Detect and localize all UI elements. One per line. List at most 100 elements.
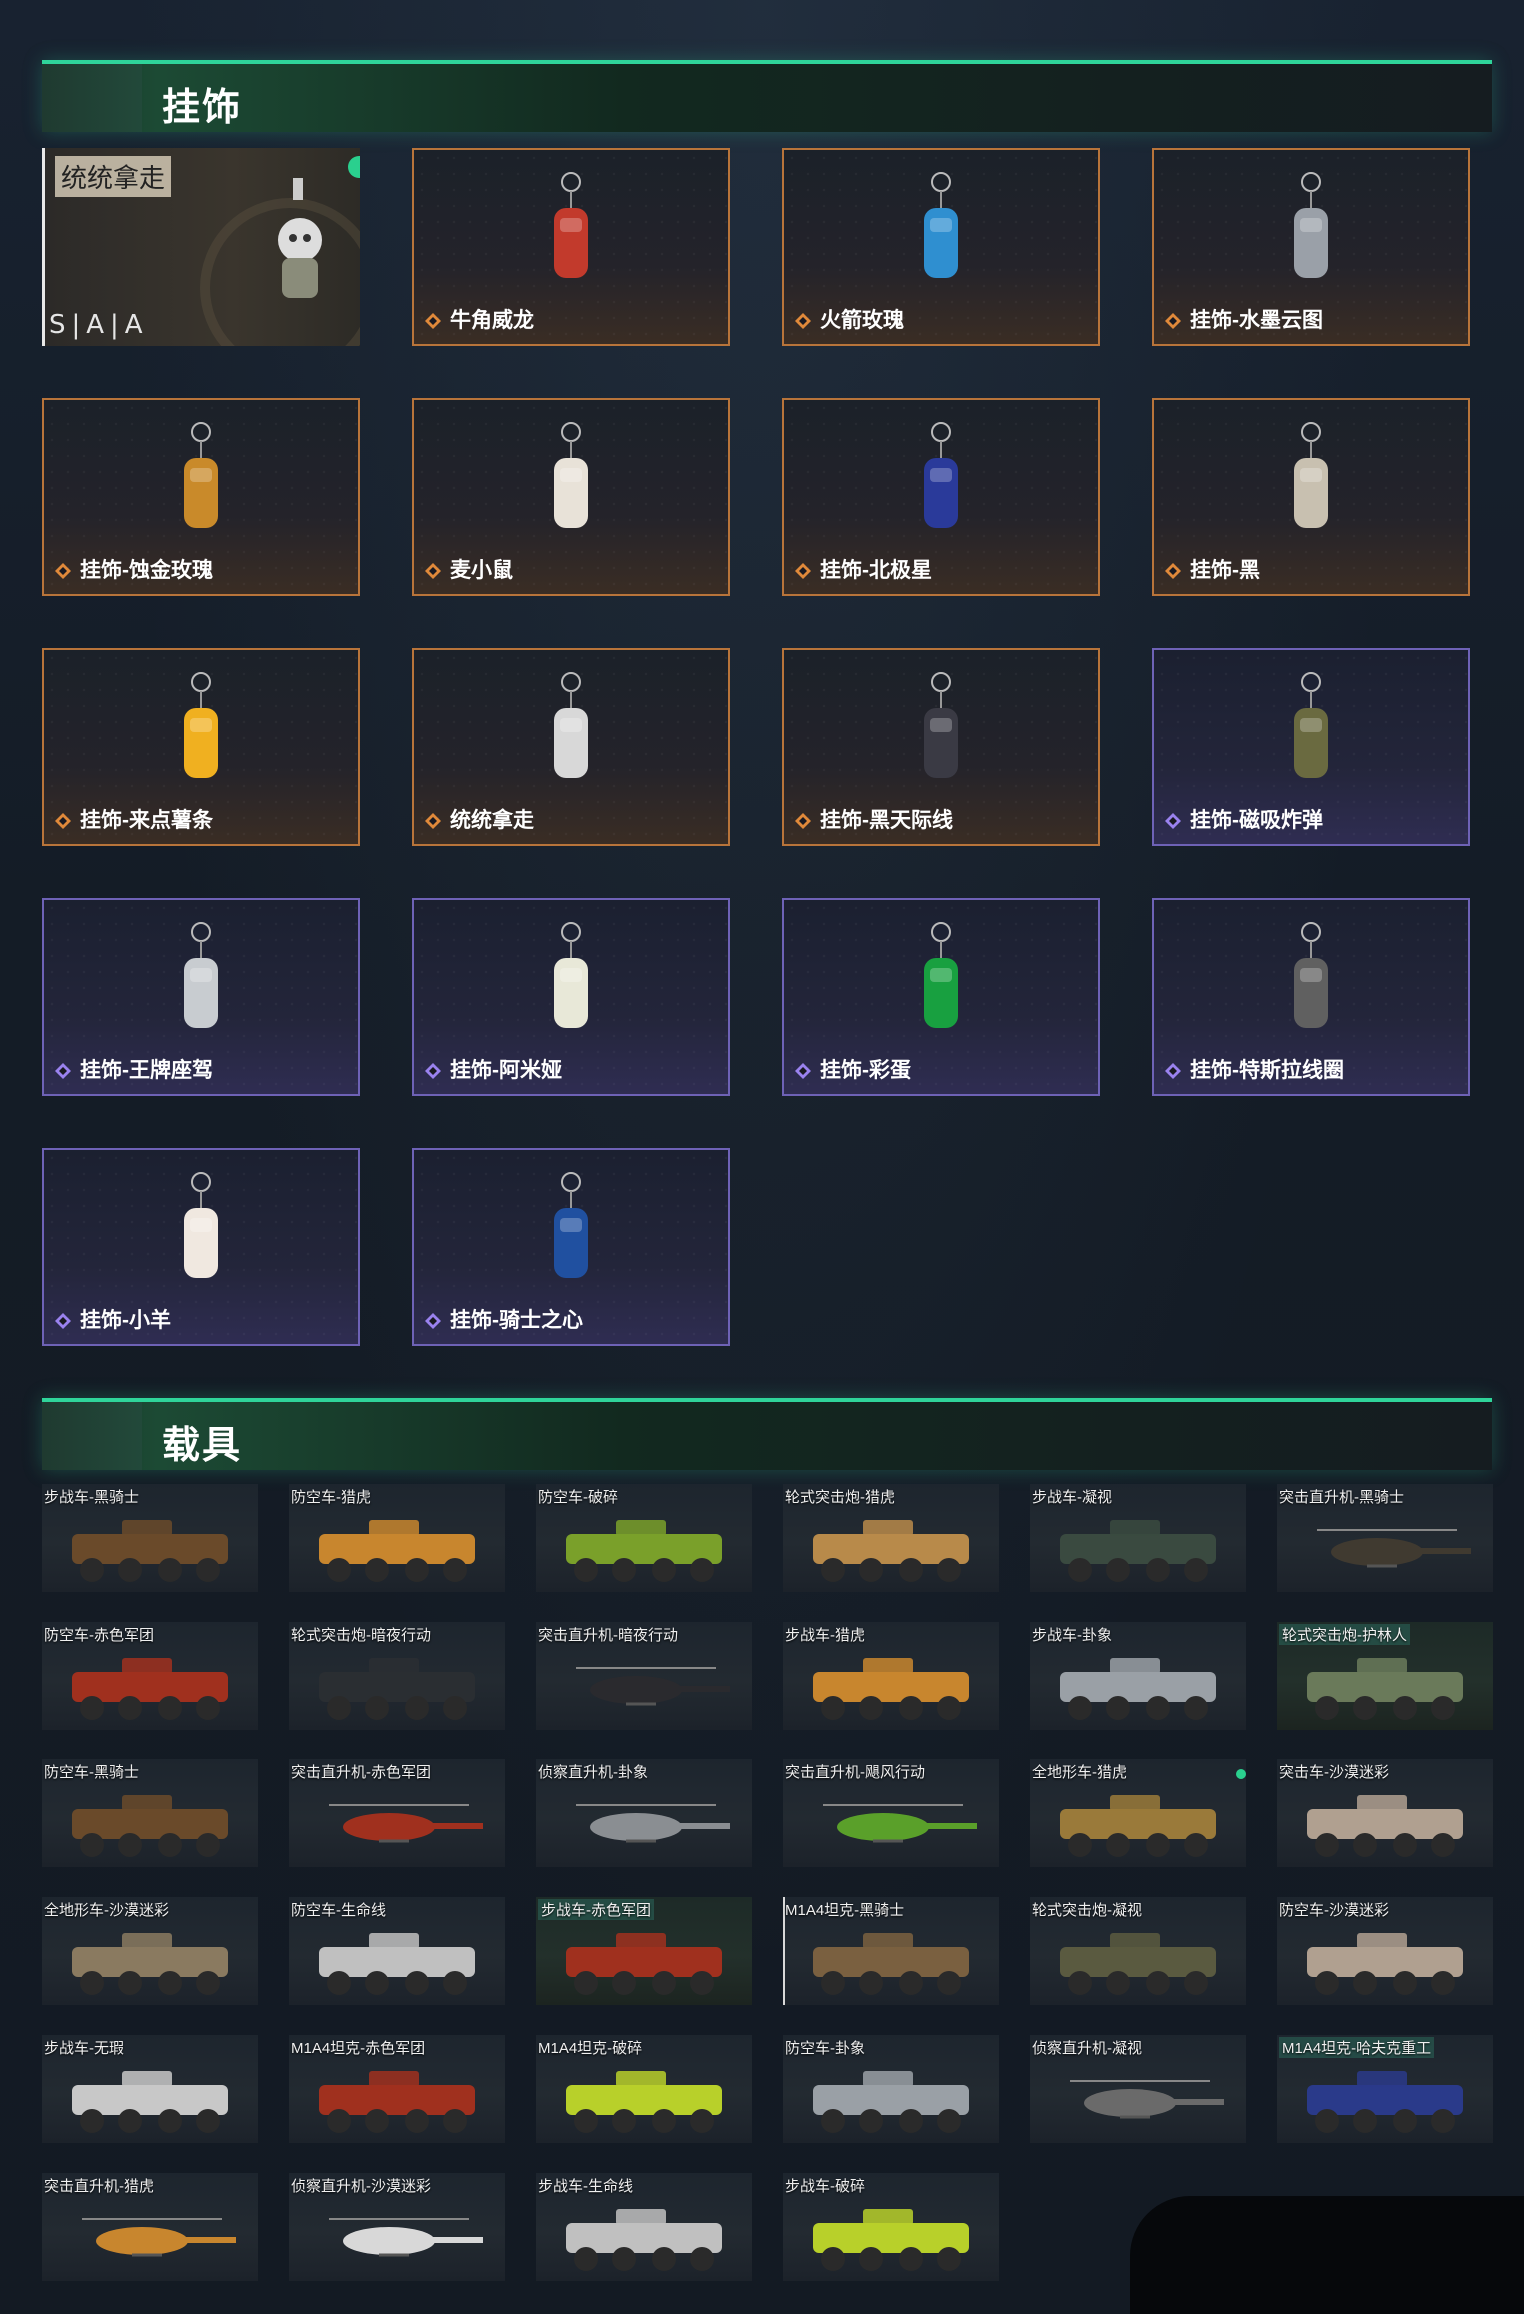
vehicle-card[interactable]: 突击直升机-赤色军团 xyxy=(289,1759,505,1867)
rarity-diamond-icon xyxy=(425,563,441,579)
charm-card[interactable]: 挂饰-彩蛋 xyxy=(782,898,1100,1096)
vehicle-card[interactable]: 突击直升机-猎虎 xyxy=(42,2173,258,2281)
charm-label: 挂饰-水墨云图 xyxy=(1190,309,1323,332)
vehicles-section-title: 载具 xyxy=(162,1425,243,1467)
charm-card[interactable]: 统统拿走 xyxy=(412,648,730,846)
vehicle-label: 全地形车-沙漠迷彩 xyxy=(44,1902,169,1919)
vehicle-card[interactable]: 步战车-卦象 xyxy=(1030,1622,1246,1730)
charm-label: 挂饰-特斯拉线圈 xyxy=(1190,1059,1344,1082)
charm-label: 挂饰-来点薯条 xyxy=(80,809,213,832)
vehicle-card[interactable]: 防空车-破碎 xyxy=(536,1484,752,1592)
charm-card[interactable]: 挂饰-磁吸炸弹 xyxy=(1152,648,1470,846)
ground-vehicle-icon xyxy=(566,1933,722,1995)
vehicle-card[interactable]: 全地形车-沙漠迷彩 xyxy=(42,1897,258,2005)
rarity-diamond-icon xyxy=(1165,563,1181,579)
ground-vehicle-icon xyxy=(813,1520,969,1582)
vehicle-card[interactable]: 轮式突击炮-猎虎 xyxy=(783,1484,999,1592)
vehicle-card[interactable]: 全地形车-猎虎 xyxy=(1030,1759,1246,1867)
vehicle-card[interactable]: 突击车-沙漠迷彩 xyxy=(1277,1759,1493,1867)
charm-card[interactable]: 挂饰-来点薯条 xyxy=(42,648,360,846)
rarity-diamond-icon xyxy=(55,1063,71,1079)
vehicle-card[interactable]: 防空车-猎虎 xyxy=(289,1484,505,1592)
charm-card[interactable]: 挂饰-特斯拉线圈 xyxy=(1152,898,1470,1096)
vehicle-card[interactable]: 步战车-赤色军团 xyxy=(536,1897,752,2005)
vehicle-label: 轮式突击炮-猎虎 xyxy=(785,1489,895,1506)
brand-mark: S|A|A xyxy=(49,310,149,340)
rarity-diamond-icon xyxy=(795,563,811,579)
charm-card[interactable]: 挂饰-水墨云图 xyxy=(1152,148,1470,346)
rarity-diamond-icon xyxy=(55,813,71,829)
vehicle-card[interactable]: 步战车-生命线 xyxy=(536,2173,752,2281)
charm-card[interactable]: 挂饰-小羊 xyxy=(42,1148,360,1346)
vehicle-card[interactable]: M1A4坦克-哈夫克重工 xyxy=(1277,2035,1493,2143)
charm-card[interactable]: 挂饰-黑 xyxy=(1152,398,1470,596)
vehicle-card[interactable]: 突击直升机-黑骑士 xyxy=(1277,1484,1493,1592)
rarity-diamond-icon xyxy=(425,1063,441,1079)
charm-item-icon xyxy=(1294,672,1328,778)
helicopter-icon xyxy=(1317,1529,1471,1568)
charm-item-icon xyxy=(184,422,218,528)
equipped-indicator xyxy=(348,156,360,178)
charm-card[interactable]: 挂饰-黑天际线 xyxy=(782,648,1100,846)
rarity-diamond-icon xyxy=(795,313,811,329)
vehicle-card[interactable]: 步战车-黑骑士 xyxy=(42,1484,258,1592)
vehicle-card[interactable]: 侦察直升机-沙漠迷彩 xyxy=(289,2173,505,2281)
charm-card[interactable]: 挂饰-阿米娅 xyxy=(412,898,730,1096)
charm-figure-icon xyxy=(278,178,322,298)
rarity-diamond-icon xyxy=(795,1063,811,1079)
ground-vehicle-icon xyxy=(72,1933,228,1995)
rarity-diamond-icon xyxy=(1165,313,1181,329)
vehicle-card[interactable]: 防空车-黑骑士 xyxy=(42,1759,258,1867)
ground-vehicle-icon xyxy=(72,1795,228,1857)
vehicle-card[interactable]: 防空车-生命线 xyxy=(289,1897,505,2005)
vehicle-card[interactable]: 防空车-赤色军团 xyxy=(42,1622,258,1730)
vehicle-card[interactable]: 步战车-无瑕 xyxy=(42,2035,258,2143)
vehicle-card[interactable]: 步战车-破碎 xyxy=(783,2173,999,2281)
vehicle-card[interactable]: M1A4坦克-赤色军团 xyxy=(289,2035,505,2143)
vehicle-card[interactable]: 突击直升机-飓风行动 xyxy=(783,1759,999,1867)
charm-label: 挂饰-黑天际线 xyxy=(820,809,953,832)
vehicle-card[interactable]: M1A4坦克-破碎 xyxy=(536,2035,752,2143)
vehicle-card[interactable]: 突击直升机-暗夜行动 xyxy=(536,1622,752,1730)
ground-vehicle-icon xyxy=(72,2071,228,2133)
vehicle-card[interactable]: 步战车-凝视 xyxy=(1030,1484,1246,1592)
charm-label: 统统拿走 xyxy=(450,809,534,832)
vehicle-card[interactable]: 侦察直升机-凝视 xyxy=(1030,2035,1246,2143)
charm-card[interactable]: 挂饰-蚀金玫瑰 xyxy=(42,398,360,596)
rarity-diamond-icon xyxy=(55,1313,71,1329)
charm-card[interactable]: 牛角威龙 xyxy=(412,148,730,346)
vehicle-card[interactable]: 防空车-沙漠迷彩 xyxy=(1277,1897,1493,2005)
vehicle-card[interactable]: 步战车-猎虎 xyxy=(783,1622,999,1730)
charm-card[interactable]: 挂饰-王牌座驾 xyxy=(42,898,360,1096)
charm-item-icon xyxy=(924,922,958,1028)
vehicle-label: 侦察直升机-卦象 xyxy=(538,1764,648,1781)
vehicle-card[interactable]: 轮式突击炮-暗夜行动 xyxy=(289,1622,505,1730)
rarity-diamond-icon xyxy=(425,313,441,329)
ground-vehicle-icon xyxy=(813,2209,969,2271)
vehicle-label: M1A4坦克-哈夫克重工 xyxy=(1279,2037,1435,2058)
charm-label: 挂饰-彩蛋 xyxy=(820,1059,911,1082)
vehicle-label: M1A4坦克-破碎 xyxy=(538,2040,643,2057)
vehicle-card[interactable]: M1A4坦克-黑骑士 xyxy=(783,1897,999,2005)
charm-card[interactable]: 麦小鼠 xyxy=(412,398,730,596)
charm-item-icon xyxy=(554,922,588,1028)
charm-card[interactable]: 火箭玫瑰 xyxy=(782,148,1100,346)
ground-vehicle-icon xyxy=(813,1933,969,1995)
vehicle-label: 防空车-赤色军团 xyxy=(44,1627,154,1644)
charm-label: 挂饰-蚀金玫瑰 xyxy=(80,559,213,582)
vehicle-label: 步战车-猎虎 xyxy=(785,1627,865,1644)
vehicle-label: 步战车-无瑕 xyxy=(44,2040,124,2057)
vehicle-card[interactable]: 轮式突击炮-凝视 xyxy=(1030,1897,1246,2005)
helicopter-icon xyxy=(823,1804,977,1843)
vehicle-label: 防空车-卦象 xyxy=(785,2040,865,2057)
vehicle-card[interactable]: 防空车-卦象 xyxy=(783,2035,999,2143)
ground-vehicle-icon xyxy=(72,1658,228,1720)
vehicle-card[interactable]: 轮式突击炮-护林人 xyxy=(1277,1622,1493,1730)
charm-card[interactable]: 挂饰-北极星 xyxy=(782,398,1100,596)
selected-charm-card[interactable]: 统统拿走 S|A|A xyxy=(42,148,360,346)
rarity-diamond-icon xyxy=(425,1313,441,1329)
vehicle-card[interactable]: 侦察直升机-卦象 xyxy=(536,1759,752,1867)
ground-vehicle-icon xyxy=(319,1933,475,1995)
ground-vehicle-icon xyxy=(1060,1520,1216,1582)
charm-card[interactable]: 挂饰-骑士之心 xyxy=(412,1148,730,1346)
